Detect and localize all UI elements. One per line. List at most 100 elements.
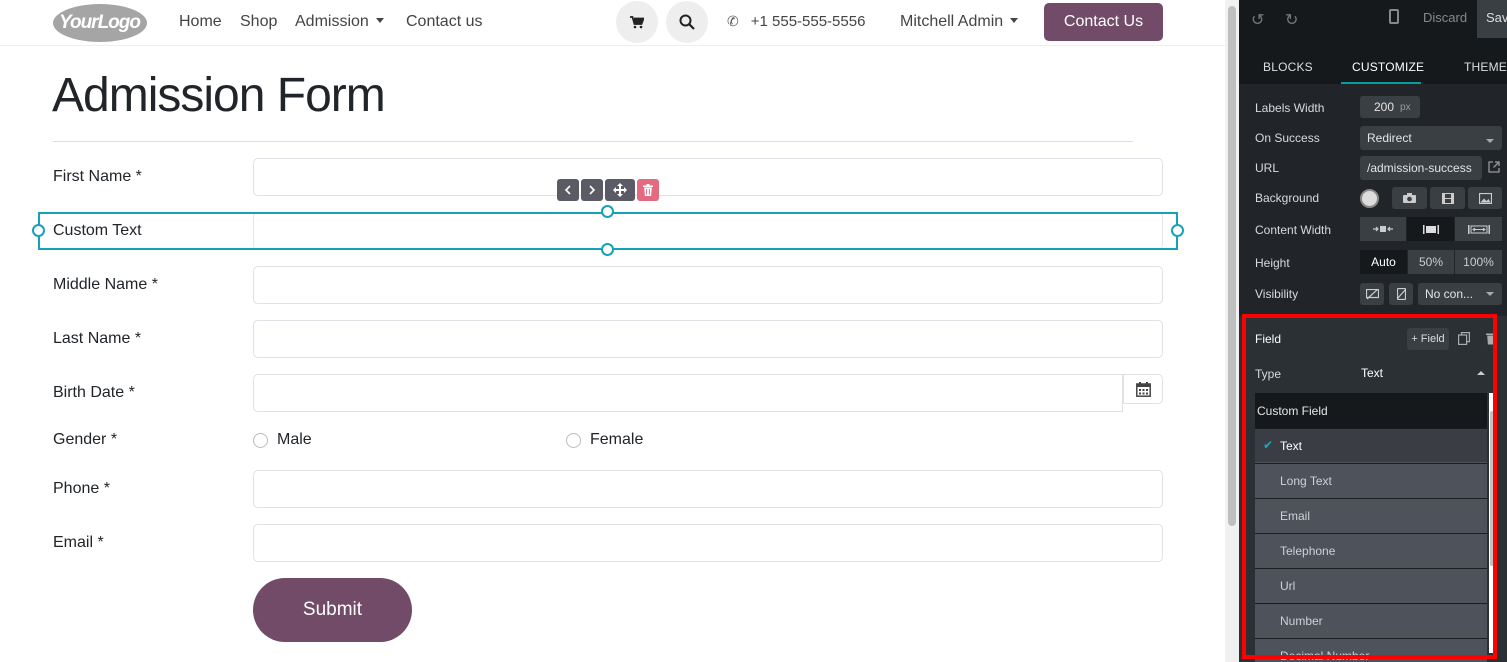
add-field-button[interactable]: + Field	[1407, 328, 1449, 350]
height-auto[interactable]: Auto	[1360, 250, 1407, 274]
visibility-select[interactable]: No con...	[1418, 283, 1502, 305]
chevron-right-icon	[589, 185, 596, 195]
tab-theme[interactable]: THEME	[1464, 60, 1507, 74]
calendar-icon	[1135, 381, 1151, 397]
discard-button[interactable]: Discard	[1423, 10, 1467, 25]
nav-admission-dropdown[interactable]: Admission	[295, 13, 384, 31]
cart-button[interactable]	[616, 1, 658, 43]
dropdown-item-url[interactable]: Url	[1255, 568, 1487, 602]
arrows-out-icon	[1467, 224, 1490, 234]
dropdown-item-email[interactable]: Email	[1255, 498, 1487, 532]
field-section-title: Field	[1255, 332, 1282, 346]
chevron-down-icon	[1486, 292, 1494, 296]
trash-icon[interactable]	[1486, 332, 1496, 345]
background-image-button[interactable]	[1392, 187, 1427, 209]
phone-label: Phone *	[53, 480, 110, 497]
content-width-label: Content Width	[1255, 223, 1332, 237]
labels-width-input[interactable]: 200 px	[1360, 96, 1420, 118]
content-width-regular[interactable]	[1407, 217, 1454, 241]
height-100[interactable]: 100%	[1455, 250, 1502, 274]
save-button[interactable]: Save	[1477, 0, 1507, 38]
page-title: Admission Form	[52, 69, 386, 122]
trash-icon	[643, 184, 653, 196]
background-color-swatch[interactable]	[1360, 189, 1379, 208]
box-icon	[1422, 224, 1439, 234]
nav-shop-link[interactable]: Shop	[240, 13, 277, 31]
move-left-button[interactable]	[557, 179, 579, 201]
chevron-down-icon	[1486, 139, 1494, 143]
field-type-label: Type	[1255, 367, 1282, 381]
phone-input[interactable]	[253, 470, 1163, 508]
external-link-icon[interactable]	[1488, 161, 1500, 173]
check-icon: ✔	[1263, 438, 1274, 452]
duplicate-icon[interactable]	[1458, 332, 1470, 345]
on-success-select[interactable]: Redirect	[1360, 126, 1502, 150]
email-input[interactable]	[253, 524, 1163, 562]
undo-icon[interactable]: ↺	[1251, 10, 1264, 30]
nav-home-link[interactable]: Home	[179, 13, 222, 31]
dropdown-item-telephone[interactable]: Telephone	[1255, 533, 1487, 567]
resize-handle-bottom[interactable]	[601, 243, 614, 256]
background-shape-button[interactable]	[1468, 187, 1502, 209]
camera-icon	[1403, 193, 1416, 203]
selection-toolbar	[557, 179, 659, 201]
contact-us-button[interactable]: Contact Us	[1044, 3, 1163, 41]
user-menu[interactable]: Mitchell Admin	[900, 13, 1019, 31]
gender-female-radio[interactable]	[566, 433, 581, 448]
navbar: YourLogo Home Shop Admission Contact us …	[0, 0, 1225, 46]
dropdown-item-text[interactable]: ✔ Text	[1255, 428, 1487, 462]
hide-mobile-button[interactable]	[1389, 283, 1413, 305]
dropdown-item-long-text[interactable]: Long Text	[1255, 463, 1487, 497]
dropdown-group-header: Custom Field	[1255, 393, 1487, 428]
gender-male-radio[interactable]	[253, 433, 268, 448]
editor-tabs: BLOCKS CUSTOMIZE THEME	[1239, 40, 1507, 84]
redo-icon[interactable]: ↻	[1285, 10, 1298, 30]
dropdown-scrollbar[interactable]	[1489, 393, 1497, 653]
first-name-input[interactable]	[253, 158, 1163, 196]
url-label: URL	[1255, 161, 1280, 175]
caret-down-icon	[1010, 18, 1019, 23]
height-50[interactable]: 50%	[1408, 250, 1454, 274]
last-name-input[interactable]	[253, 320, 1163, 358]
phone-icon: ✆	[727, 13, 739, 29]
mobile-preview-icon[interactable]	[1389, 9, 1399, 24]
submit-button[interactable]: Submit	[253, 578, 412, 642]
middle-name-input[interactable]	[253, 266, 1163, 304]
page-scrollbar[interactable]	[1225, 0, 1239, 662]
visibility-label: Visibility	[1255, 287, 1299, 301]
nav-contact-link[interactable]: Contact us	[406, 13, 482, 31]
height-label: Height	[1255, 256, 1290, 270]
page-scrollbar-thumb[interactable]	[1228, 6, 1236, 526]
image-icon	[1478, 192, 1492, 204]
hide-desktop-button[interactable]	[1360, 283, 1384, 305]
field-type-select[interactable]: Text	[1359, 360, 1489, 386]
delete-field-button[interactable]	[637, 179, 659, 201]
mobile-hidden-icon	[1396, 288, 1406, 300]
move-right-button[interactable]	[581, 179, 603, 201]
resize-handle-left[interactable]	[32, 224, 45, 237]
phone-link[interactable]: ✆ +1 555-555-5556	[727, 13, 865, 30]
dropdown-scrollbar-thumb[interactable]	[1490, 411, 1495, 566]
content-width-toggle	[1360, 217, 1502, 241]
birth-date-input[interactable]	[253, 374, 1123, 412]
search-button[interactable]	[666, 1, 708, 43]
move-arrows-icon	[613, 183, 627, 197]
date-picker-button[interactable]	[1123, 374, 1163, 404]
chevron-left-icon	[564, 185, 571, 195]
resize-handle-right[interactable]	[1171, 224, 1184, 237]
drag-handle-button[interactable]	[605, 179, 635, 201]
dropdown-item-number[interactable]: Number	[1255, 603, 1487, 637]
first-name-label: First Name *	[53, 168, 142, 185]
resize-handle-top[interactable]	[601, 205, 614, 218]
tab-customize[interactable]: CUSTOMIZE	[1352, 60, 1424, 74]
url-input[interactable]: /admission-success	[1360, 156, 1482, 180]
middle-name-label: Middle Name *	[53, 276, 158, 293]
dropdown-item-decimal-number[interactable]: Decimal Number	[1255, 638, 1487, 662]
content-width-small[interactable]	[1360, 217, 1406, 241]
site-logo[interactable]: YourLogo	[53, 4, 147, 42]
tab-blocks[interactable]: BLOCKS	[1263, 60, 1313, 74]
content-width-full[interactable]	[1455, 217, 1502, 241]
background-video-button[interactable]	[1430, 187, 1465, 209]
film-icon	[1441, 192, 1454, 204]
email-label: Email *	[53, 534, 104, 551]
